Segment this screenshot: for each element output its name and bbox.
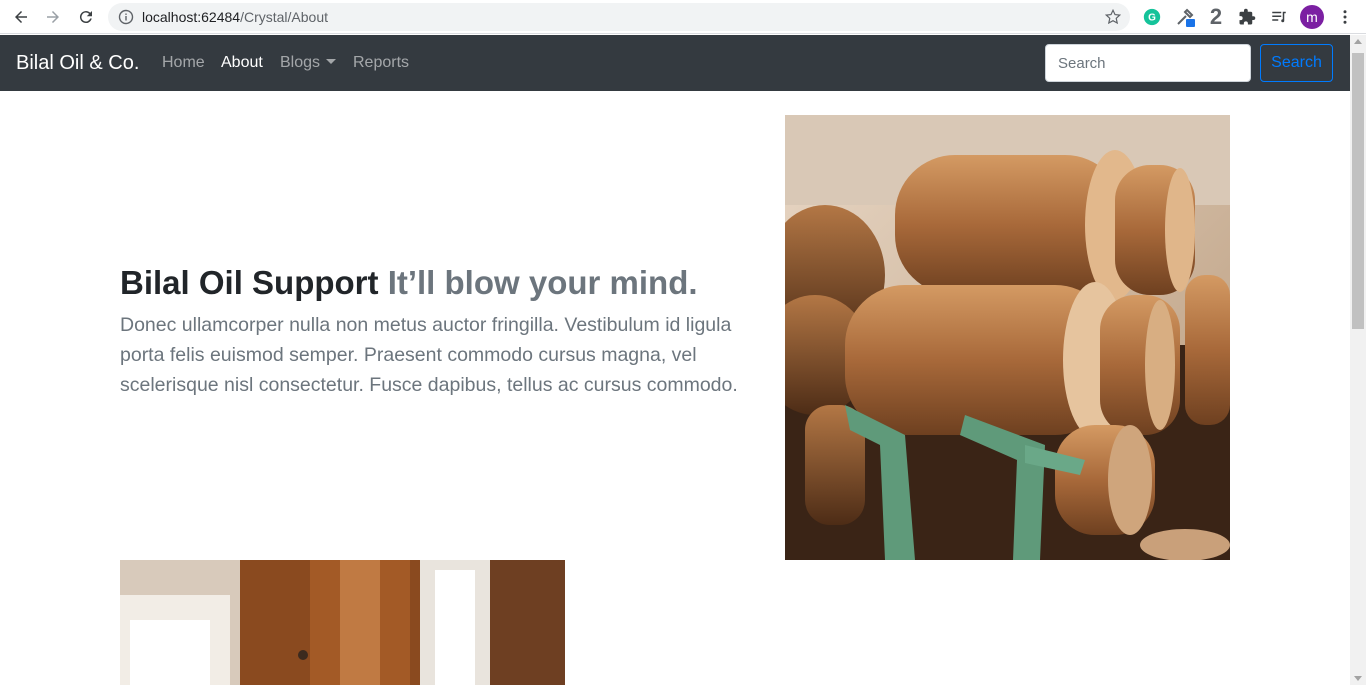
url-text: localhost:62484/Crystal/About — [142, 9, 329, 25]
dropdown-caret-icon — [326, 59, 337, 64]
browser-toolbar: localhost:62484/Crystal/About G 2 m — [0, 0, 1366, 34]
extension-badge-number[interactable]: 2 — [1205, 4, 1227, 29]
bookmark-star-icon[interactable] — [1104, 8, 1122, 26]
distillery-image — [120, 560, 565, 685]
eyedropper-extension-icon[interactable] — [1174, 6, 1196, 28]
reload-button[interactable] — [74, 5, 98, 29]
info-icon[interactable] — [118, 9, 134, 25]
site-navbar: Bilal Oil & Co. Home About Blogs Reports… — [0, 35, 1350, 91]
svg-text:G: G — [1148, 13, 1156, 24]
more-menu-icon[interactable] — [1334, 6, 1356, 28]
featurette-heading-main: Bilal Oil Support — [120, 264, 379, 301]
nav-link-blogs-dropdown[interactable]: Blogs — [280, 54, 337, 72]
navbar-brand[interactable]: Bilal Oil & Co. — [16, 52, 139, 75]
nav-link-reports[interactable]: Reports — [353, 54, 409, 72]
featurette-heading: Bilal Oil Support It’ll blow your mind. — [120, 264, 698, 302]
nav-link-about[interactable]: About — [221, 54, 263, 72]
page-scrollbar[interactable] — [1350, 35, 1366, 685]
scroll-down-arrow-icon[interactable] — [1354, 676, 1362, 681]
barrels-image — [785, 115, 1230, 560]
search-input[interactable] — [1045, 44, 1251, 82]
search-button[interactable]: Search — [1260, 44, 1333, 82]
reading-list-icon[interactable] — [1268, 6, 1290, 28]
nav-link-home[interactable]: Home — [162, 54, 205, 72]
scroll-up-arrow-icon[interactable] — [1354, 39, 1362, 44]
grammarly-extension-icon[interactable]: G — [1141, 6, 1163, 28]
back-button[interactable] — [9, 5, 33, 29]
extensions-puzzle-icon[interactable] — [1236, 6, 1258, 28]
nav-link-blogs-label: Blogs — [280, 54, 321, 71]
featurette-lead: Donec ullamcorper nulla non metus auctor… — [120, 314, 738, 396]
scroll-thumb[interactable] — [1352, 53, 1364, 329]
arrow-right-icon — [47, 11, 59, 23]
reload-icon — [79, 11, 92, 24]
address-bar[interactable]: localhost:62484/Crystal/About — [108, 3, 1130, 31]
featurette-heading-muted: It’ll blow your mind. — [387, 264, 698, 301]
profile-avatar[interactable]: m — [1300, 5, 1324, 29]
forward-button[interactable] — [41, 5, 65, 29]
arrow-left-icon — [15, 11, 27, 23]
